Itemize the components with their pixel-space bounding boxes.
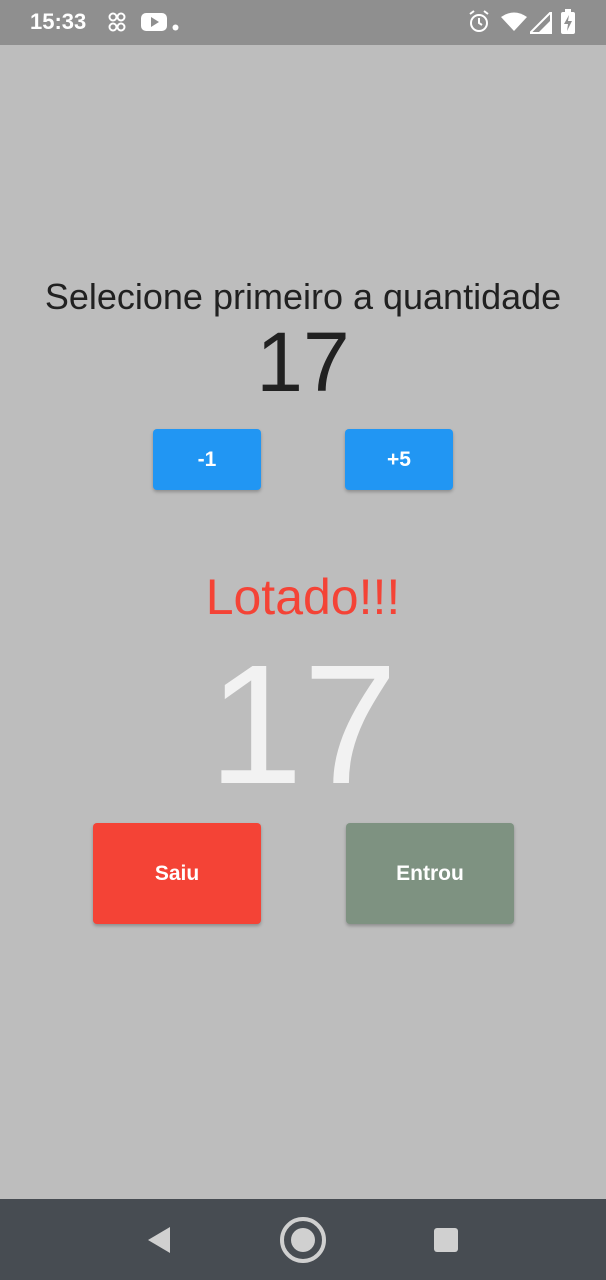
dot-icon — [172, 18, 179, 36]
recents-icon[interactable] — [420, 1214, 472, 1266]
capacity-status-text: Lotado!!! — [205, 569, 401, 625]
signal-icon — [527, 9, 552, 39]
alarm-icon — [468, 10, 490, 39]
youtube-icon — [141, 12, 167, 37]
status-bar: 15:33 — [0, 0, 606, 45]
status-time: 15:33 — [30, 9, 87, 34]
battery-charging-icon — [561, 9, 575, 39]
enter-button[interactable]: Entrou — [346, 823, 514, 924]
increment-button[interactable]: +5 — [345, 429, 453, 490]
exit-button[interactable]: Saiu — [93, 823, 261, 924]
people-count: 17 — [208, 630, 398, 820]
navigation-bar — [0, 1199, 606, 1280]
fan-icon — [108, 12, 126, 37]
page-title: Selecione primeiro a quantidade — [44, 276, 562, 317]
back-icon[interactable] — [133, 1214, 185, 1266]
quantity-value: 17 — [256, 315, 350, 409]
decrement-button[interactable]: -1 — [153, 429, 261, 490]
wifi-icon — [501, 12, 527, 37]
home-icon[interactable] — [277, 1214, 329, 1266]
